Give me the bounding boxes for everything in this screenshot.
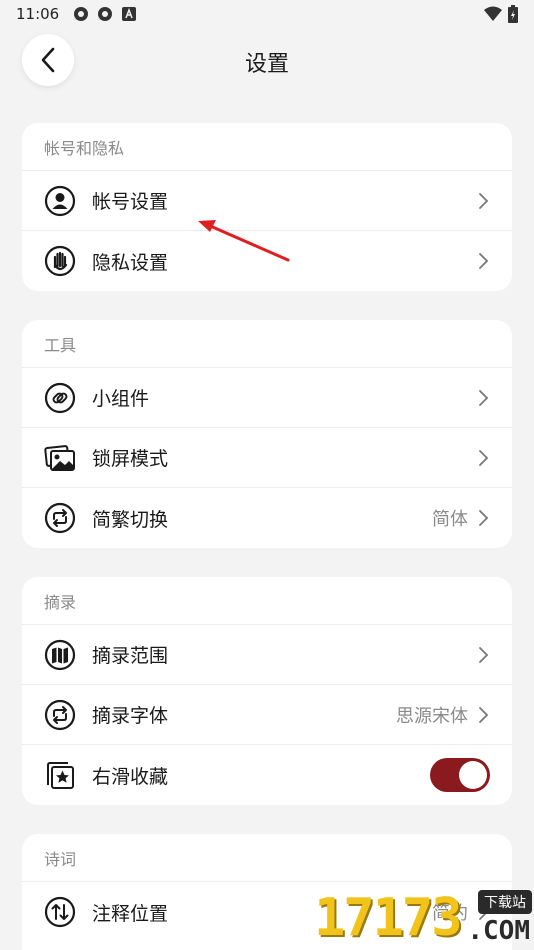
swap-icon: [44, 502, 76, 534]
watermark-digits: 17173: [314, 888, 463, 948]
row-label: 摘录范围: [92, 645, 169, 667]
chevron-right-icon: [479, 449, 489, 466]
watermark-logo: 17173 下载站 .COM: [310, 888, 534, 950]
swap-icon: [44, 699, 76, 730]
watermark-badge: 下载站: [478, 890, 532, 914]
swipe-favorite-row: 右滑收藏: [22, 745, 512, 805]
toggle-knob: [459, 761, 487, 789]
excerpt-font-row[interactable]: 摘录字体 思源宋体: [22, 685, 512, 745]
row-label: 小组件: [92, 388, 150, 410]
annotation-arrow-icon: [198, 220, 290, 262]
status-bar: 11:06: [0, 0, 534, 28]
section-title: 帐号和隐私: [22, 123, 512, 171]
row-label: 右滑收藏: [92, 765, 169, 788]
widget-row[interactable]: 小组件: [22, 368, 512, 428]
row-label: 注释位置: [92, 902, 169, 925]
page-title: 设置: [244, 52, 289, 77]
hand-icon: [44, 245, 76, 277]
battery-icon: [508, 5, 518, 23]
chevron-right-icon: [479, 646, 489, 663]
watermark-domain: .COM: [467, 916, 530, 946]
section-title: 摘录: [22, 577, 512, 625]
section-title: 工具: [22, 320, 512, 368]
chevron-right-icon: [479, 510, 489, 526]
font-notification-icon: [122, 7, 137, 21]
row-label: 隐私设置: [92, 251, 169, 274]
header: 设置: [0, 28, 534, 94]
person-icon: [44, 185, 76, 216]
row-label: 帐号设置: [92, 191, 169, 213]
row-label: 锁屏模式: [92, 448, 169, 470]
sort-arrows-icon: [44, 896, 76, 928]
swipe-favorite-toggle[interactable]: [430, 758, 490, 792]
app-notification-icon: [98, 7, 113, 21]
chevron-right-icon: [479, 389, 489, 406]
row-label: 摘录字体: [92, 705, 169, 727]
section-tools: 工具 小组件 锁屏模式 简繁切换 简体: [22, 320, 512, 548]
map-icon: [44, 639, 76, 670]
simplified-traditional-row[interactable]: 简繁切换 简体: [22, 488, 512, 548]
section-title: 诗词: [22, 834, 512, 882]
image-icon: [44, 444, 75, 471]
link-icon: [44, 382, 76, 413]
row-value: 简体: [432, 509, 468, 530]
star-collection-icon: [47, 762, 74, 789]
chevron-right-icon: [479, 706, 489, 723]
status-time: 11:06: [16, 5, 60, 23]
wifi-icon: [484, 6, 502, 21]
chevron-right-icon: [479, 192, 489, 209]
section-excerpt: 摘录 摘录范围 摘录字体 思源宋体 右滑收藏: [22, 577, 512, 805]
lock-screen-row[interactable]: 锁屏模式: [22, 428, 512, 488]
excerpt-range-row[interactable]: 摘录范围: [22, 625, 512, 685]
app-notification-icon: [74, 7, 89, 21]
chevron-right-icon: [479, 253, 489, 269]
row-value: 思源宋体: [396, 705, 468, 727]
row-label: 简繁切换: [92, 508, 169, 531]
status-right: [484, 5, 518, 23]
